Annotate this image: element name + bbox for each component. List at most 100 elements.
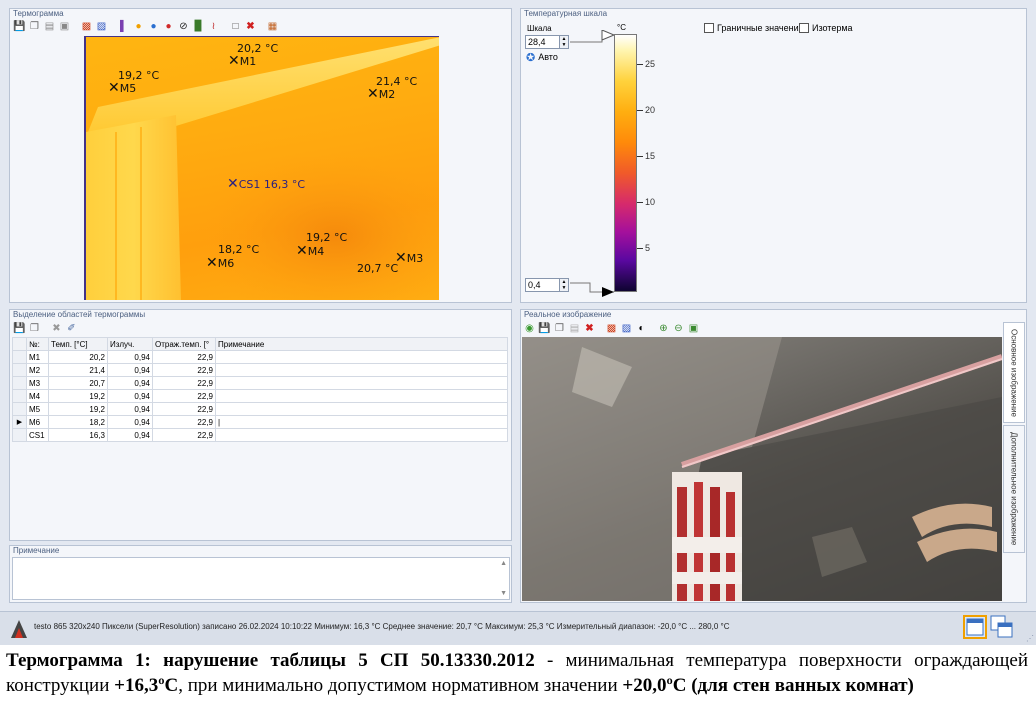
table-cell-refl[interactable]: 22,9 <box>152 402 216 416</box>
scale-icon[interactable]: ▌ <box>117 20 130 33</box>
contrast-icon[interactable]: ◐ <box>635 322 648 335</box>
copy-icon[interactable]: ❐ <box>28 322 41 335</box>
note-textarea[interactable]: ▲ ▼ <box>12 557 510 600</box>
table-row[interactable]: ▶ M6 18,2 0,94 22,9 | <box>12 415 508 429</box>
table-cell-note[interactable] <box>215 376 508 390</box>
zoom-fit-icon[interactable]: ▣ <box>687 322 700 335</box>
row-selector[interactable] <box>12 428 27 442</box>
table-cell-emis[interactable]: 0,94 <box>107 376 153 390</box>
table-cell-temp[interactable]: 19,2 <box>48 389 108 403</box>
profile-icon[interactable]: ≀ <box>207 20 220 33</box>
marker-cs1[interactable]: ✕CS1 16,3 °C <box>227 176 305 192</box>
zoom-out-icon[interactable]: ⊖ <box>672 322 685 335</box>
histogram-icon[interactable]: ▉ <box>192 20 205 33</box>
paste-icon[interactable]: ▤ <box>43 20 56 33</box>
table-row[interactable]: M4 19,2 0,94 22,9 <box>12 389 508 403</box>
delete-icon[interactable]: ✖ <box>50 322 63 335</box>
table-row[interactable]: M5 19,2 0,94 22,9 <box>12 402 508 416</box>
table-cell-temp[interactable]: 20,7 <box>48 376 108 390</box>
save-icon[interactable]: 💾 <box>13 20 26 33</box>
palette-swap-icon[interactable]: ▨ <box>95 20 108 33</box>
scale-min-input[interactable]: 0,4 ▲ ▼ <box>525 278 569 292</box>
table-cell-id[interactable]: M2 <box>26 363 49 377</box>
scroll-up-icon[interactable]: ▲ <box>500 560 507 567</box>
export-icon[interactable]: ▣ <box>58 20 71 33</box>
table-cell-refl[interactable]: 22,9 <box>152 376 216 390</box>
copy-icon[interactable]: ❐ <box>553 322 566 335</box>
table-row[interactable]: CS1 16,3 0,94 22,9 <box>12 428 508 442</box>
layout-single-icon[interactable] <box>963 615 987 639</box>
layout-dual-icon[interactable] <box>990 615 1014 639</box>
measure-point-icon[interactable]: ● <box>162 20 175 33</box>
table-cell-temp[interactable]: 19,2 <box>48 402 108 416</box>
table-cell-note[interactable] <box>215 402 508 416</box>
table-cell-id[interactable]: M1 <box>26 350 49 364</box>
save-icon[interactable]: 💾 <box>538 322 551 335</box>
row-selector[interactable] <box>12 363 27 377</box>
grid-icon[interactable]: ▦ <box>266 20 279 33</box>
table-cell-refl[interactable]: 22,9 <box>152 350 216 364</box>
table-cell-note[interactable] <box>215 389 508 403</box>
no-measure-icon[interactable]: ⊘ <box>177 20 190 33</box>
spin-up-down-icon[interactable]: ▲ ▼ <box>559 279 568 291</box>
row-selector[interactable] <box>12 350 27 364</box>
table-cell-note[interactable] <box>215 428 508 442</box>
row-selector[interactable] <box>12 376 27 390</box>
row-selector[interactable] <box>12 402 27 416</box>
table-cell-emis[interactable]: 0,94 <box>107 415 153 429</box>
table-cell-emis[interactable]: 0,94 <box>107 363 153 377</box>
table-row[interactable]: M3 20,7 0,94 22,9 <box>12 376 508 390</box>
table-cell-note[interactable] <box>215 363 508 377</box>
palette-icon[interactable]: ▩ <box>605 322 618 335</box>
hot-spot-icon[interactable]: ● <box>132 20 145 33</box>
brush-icon[interactable]: ✐ <box>65 322 78 335</box>
table-cell-id[interactable]: CS1 <box>26 428 49 442</box>
table-cell-refl[interactable]: 22,9 <box>152 415 216 429</box>
row-selector[interactable] <box>12 389 27 403</box>
resize-grip-icon[interactable]: ⋰ <box>1026 634 1034 643</box>
boundary-values-checkbox[interactable]: Граничные значения <box>704 23 803 33</box>
color-scale-bar[interactable] <box>614 34 637 292</box>
copy-icon[interactable]: ❐ <box>28 20 41 33</box>
scale-max-input[interactable]: 28,4 ▲ ▼ <box>525 35 569 49</box>
delete-icon[interactable]: ✖ <box>583 322 596 335</box>
table-cell-id[interactable]: M6 <box>26 415 49 429</box>
table-row[interactable]: M1 20,2 0,94 22,9 <box>12 350 508 364</box>
cold-spot-icon[interactable]: ● <box>147 20 160 33</box>
column-header[interactable]: Излуч. <box>107 337 153 351</box>
tab-main-image[interactable]: Основное изображение <box>1003 322 1025 423</box>
table-row[interactable]: M2 21,4 0,94 22,9 <box>12 363 508 377</box>
select-area-icon[interactable]: □ <box>229 20 242 33</box>
table-cell-emis[interactable]: 0,94 <box>107 428 153 442</box>
real-photo[interactable] <box>522 337 1002 601</box>
palette-swap-icon[interactable]: ▨ <box>620 322 633 335</box>
column-header[interactable]: №: <box>26 337 49 351</box>
open-image-icon[interactable]: ◉ <box>523 322 536 335</box>
table-cell-temp[interactable]: 18,2 <box>48 415 108 429</box>
table-cell-id[interactable]: M4 <box>26 389 49 403</box>
table-cell-note[interactable]: | <box>215 415 508 429</box>
column-header[interactable]: Отраж.темп. [° <box>152 337 216 351</box>
auto-button[interactable]: ✪ Авто <box>526 50 558 64</box>
delete-icon[interactable]: ✖ <box>244 20 257 33</box>
table-cell-refl[interactable]: 22,9 <box>152 363 216 377</box>
table-cell-id[interactable]: M5 <box>26 402 49 416</box>
table-cell-emis[interactable]: 0,94 <box>107 350 153 364</box>
table-cell-refl[interactable]: 22,9 <box>152 428 216 442</box>
zoom-in-icon[interactable]: ⊕ <box>657 322 670 335</box>
tab-extra-image[interactable]: Дополнительное изображение <box>1003 425 1025 553</box>
column-header[interactable]: Темп. [°C] <box>48 337 108 351</box>
table-cell-refl[interactable]: 22,9 <box>152 389 216 403</box>
table-cell-temp[interactable]: 21,4 <box>48 363 108 377</box>
table-cell-id[interactable]: M3 <box>26 376 49 390</box>
scroll-down-icon[interactable]: ▼ <box>500 590 507 597</box>
table-cell-temp[interactable]: 20,2 <box>48 350 108 364</box>
spin-up-down-icon[interactable]: ▲ ▼ <box>559 36 568 48</box>
palette-icon[interactable]: ▩ <box>80 20 93 33</box>
table-cell-temp[interactable]: 16,3 <box>48 428 108 442</box>
table-cell-note[interactable] <box>215 350 508 364</box>
column-header[interactable]: Примечание <box>215 337 508 351</box>
table-cell-emis[interactable]: 0,94 <box>107 402 153 416</box>
isotherm-checkbox[interactable]: Изотерма <box>799 23 853 33</box>
table-cell-emis[interactable]: 0,94 <box>107 389 153 403</box>
